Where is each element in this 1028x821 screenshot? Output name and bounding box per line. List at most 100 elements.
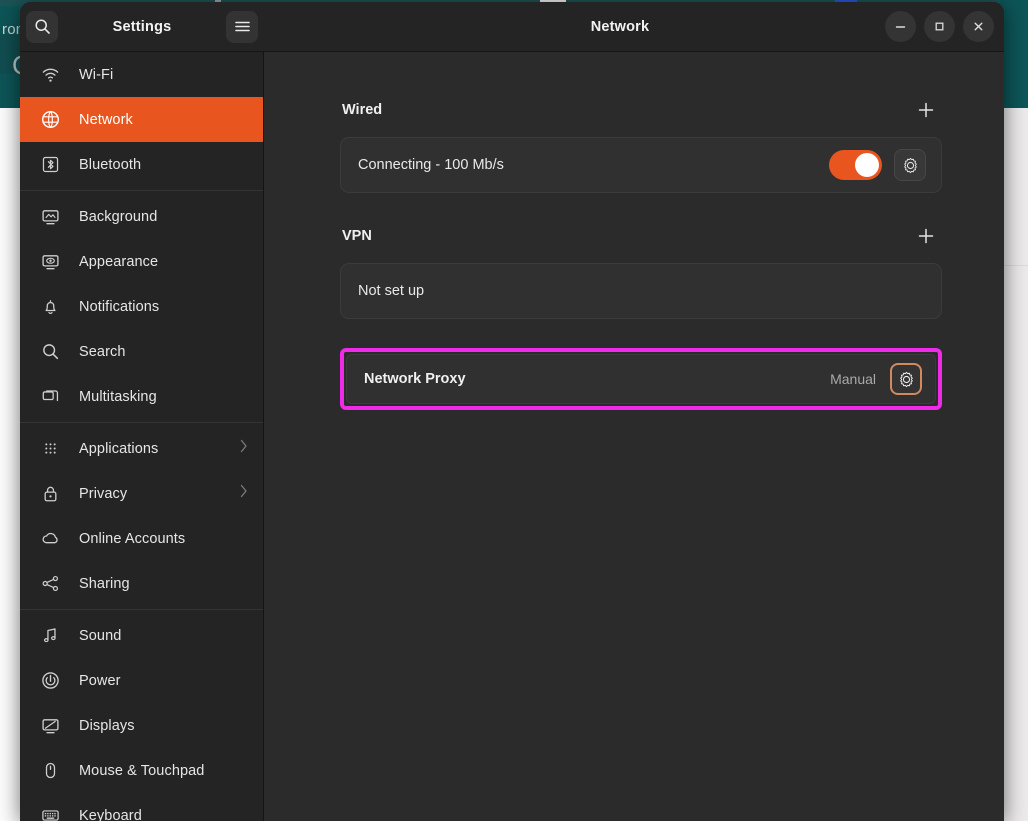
globe-icon	[41, 110, 59, 129]
add-vpn-button[interactable]	[912, 222, 940, 250]
sidebar-item-bluetooth[interactable]: Bluetooth	[20, 142, 263, 187]
cloud-icon	[42, 532, 58, 544]
grid-dots-icon	[44, 443, 56, 454]
lock-icon	[40, 484, 60, 503]
sidebar-item-notifications[interactable]: Notifications	[20, 284, 263, 329]
network-proxy-value: Manual	[830, 371, 876, 387]
sidebar-item-label: Network	[79, 111, 133, 128]
maximize-button[interactable]	[924, 11, 955, 42]
sidebar-expand-chevron	[239, 438, 249, 459]
windows-icon	[40, 387, 60, 406]
wired-status-label: Connecting - 100 Mb/s	[358, 157, 504, 173]
globe-icon	[40, 110, 60, 129]
wired-connection-row[interactable]: Connecting - 100 Mb/s	[340, 137, 942, 193]
sidebar-item-power[interactable]: Power	[20, 658, 263, 703]
sidebar-item-label: Privacy	[79, 485, 128, 502]
hamburger-menu-icon	[234, 21, 250, 32]
wifi-icon	[42, 68, 58, 82]
background-right-teal	[1000, 0, 1028, 84]
gear-icon	[903, 157, 917, 173]
sidebar-item-label: Power	[79, 672, 121, 689]
vpn-title: VPN	[342, 228, 372, 244]
wired-toggle[interactable]	[829, 150, 882, 180]
sidebar-item-label: Applications	[79, 440, 159, 457]
keyboard-icon	[41, 810, 59, 821]
sidebar-item-label: Appearance	[79, 253, 159, 270]
network-settings-content: Wired Connecting - 100 Mb/s VPN Not set …	[264, 52, 1004, 821]
sidebar-separator	[20, 190, 263, 191]
sidebar-item-network[interactable]: Network	[20, 97, 263, 142]
music-note-icon	[40, 626, 60, 645]
sidebar-item-label: Notifications	[79, 298, 160, 315]
network-proxy-settings-button[interactable]	[890, 363, 922, 395]
cloud-icon	[40, 529, 60, 548]
vpn-status-label: Not set up	[358, 283, 425, 299]
vpn-section-header: VPN	[340, 222, 942, 250]
close-icon	[974, 22, 983, 31]
sidebar-item-multitasking[interactable]: Multitasking	[20, 374, 263, 419]
wired-settings-button[interactable]	[894, 149, 926, 181]
wired-section-header: Wired	[340, 96, 942, 124]
window-titlebar: Settings Network	[20, 2, 1004, 52]
toggle-knob	[855, 153, 879, 177]
share-icon	[40, 574, 60, 593]
settings-window: Settings Network Wi-Fi Network Bluetooth…	[20, 2, 1004, 821]
gear-icon	[899, 371, 913, 387]
sidebar-item-sharing[interactable]: Sharing	[20, 561, 263, 606]
sidebar-item-online-accounts[interactable]: Online Accounts	[20, 516, 263, 561]
sidebar-item-label: Online Accounts	[79, 530, 186, 547]
vpn-status-row: Not set up	[340, 263, 942, 319]
sidebar-item-mouse-touchpad[interactable]: Mouse & Touchpad	[20, 748, 263, 793]
window-body: Wi-Fi Network Bluetooth Background Appea…	[20, 52, 1004, 821]
close-button[interactable]	[963, 11, 994, 42]
appearance-icon	[41, 255, 59, 270]
page-title: Network	[590, 18, 650, 35]
bell-icon	[40, 297, 60, 316]
plus-icon	[918, 102, 934, 118]
sidebar-item-label: Wi-Fi	[79, 66, 114, 83]
sidebar-item-privacy[interactable]: Privacy	[20, 471, 263, 516]
network-proxy-row[interactable]: Network Proxy Manual	[346, 354, 936, 404]
share-icon	[42, 575, 58, 592]
main-menu-button[interactable]	[226, 10, 258, 43]
display-icon	[40, 716, 60, 735]
chevron-right-icon	[240, 484, 247, 498]
sidebar-item-label: Mouse & Touchpad	[79, 762, 205, 779]
sidebar-item-wi-fi[interactable]: Wi-Fi	[20, 52, 263, 97]
sidebar-item-displays[interactable]: Displays	[20, 703, 263, 748]
titlebar-right-pane: Network	[264, 2, 1004, 51]
network-proxy-label: Network Proxy	[364, 371, 466, 387]
monitor-icon	[41, 210, 59, 225]
sidebar-item-label: Sharing	[79, 575, 130, 592]
appearance-icon	[40, 252, 60, 271]
settings-sidebar: Wi-Fi Network Bluetooth Background Appea…	[20, 52, 264, 821]
settings-title: Settings	[112, 18, 172, 35]
search-button[interactable]	[26, 10, 58, 43]
sidebar-item-label: Sound	[79, 627, 122, 644]
sidebar-item-appearance[interactable]: Appearance	[20, 239, 263, 284]
add-wired-button[interactable]	[912, 96, 940, 124]
sidebar-item-label: Keyboard	[79, 807, 142, 821]
sidebar-item-background[interactable]: Background	[20, 194, 263, 239]
sidebar-item-sound[interactable]: Sound	[20, 613, 263, 658]
search-icon	[40, 342, 60, 361]
plus-icon	[918, 228, 934, 244]
sidebar-item-label: Multitasking	[79, 388, 157, 405]
music-note-icon	[43, 628, 56, 643]
lock-icon	[44, 486, 56, 502]
sidebar-item-applications[interactable]: Applications	[20, 426, 263, 471]
maximize-icon	[935, 22, 944, 31]
search-icon	[34, 19, 50, 34]
sidebar-item-keyboard[interactable]: Keyboard	[20, 793, 263, 821]
minimize-button[interactable]	[885, 11, 916, 42]
sidebar-separator	[20, 609, 263, 610]
sidebar-item-search[interactable]: Search	[20, 329, 263, 374]
wifi-icon	[40, 65, 60, 84]
power-icon	[40, 671, 60, 690]
bluetooth-icon	[40, 155, 60, 174]
minimize-icon	[895, 26, 906, 28]
windows-icon	[42, 390, 58, 402]
chevron-right-icon	[240, 439, 247, 453]
bell-icon	[44, 300, 56, 315]
sidebar-item-label: Displays	[79, 717, 135, 734]
